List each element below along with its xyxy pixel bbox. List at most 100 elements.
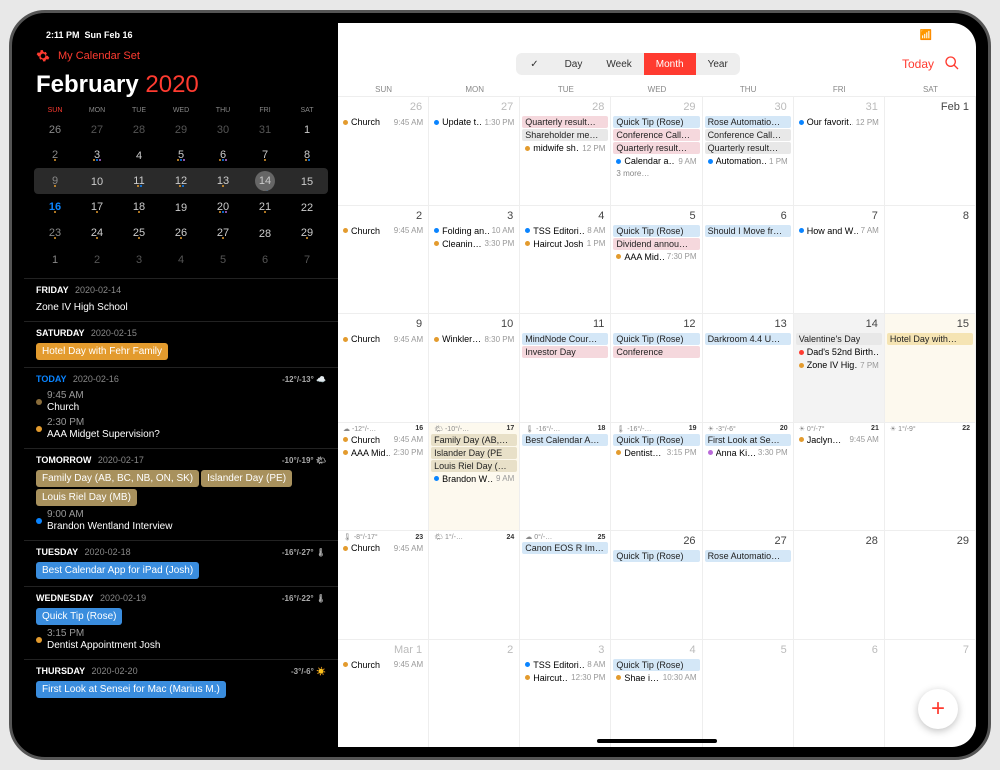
month-event[interactable]: Conference Call… <box>705 129 791 141</box>
month-cell[interactable]: 6Should I Move fr… <box>703 205 794 314</box>
mini-cal-day[interactable]: 11 <box>118 175 160 187</box>
month-event[interactable]: AAA Mid…7:30 PM <box>613 251 699 263</box>
month-event[interactable]: midwife sh…12 PM <box>522 142 608 154</box>
month-cell[interactable]: 🌡 -8°/-17°23Church9:45 AM <box>338 530 429 639</box>
mini-cal-day[interactable]: 6 <box>244 254 286 264</box>
agenda-event[interactable]: 9:00 AMBrandon Wentland Interview <box>36 507 326 534</box>
month-event[interactable]: Family Day (AB,… <box>431 434 517 446</box>
seg-month[interactable]: Month <box>644 53 696 75</box>
seg-day[interactable]: Day <box>553 53 595 75</box>
month-event[interactable]: How and W…7 AM <box>796 225 882 237</box>
month-cell[interactable]: 13Darkroom 4.4 U… <box>703 313 794 422</box>
month-cell[interactable]: Mar 1Church9:45 AM <box>338 639 429 748</box>
month-cell[interactable]: 7How and W…7 AM <box>794 205 885 314</box>
agenda-event[interactable]: Best Calendar App for iPad (Josh) <box>36 562 199 579</box>
mini-cal-day[interactable]: 28 <box>244 228 286 238</box>
mini-cal-day[interactable]: 19 <box>160 202 202 212</box>
mini-cal-day[interactable]: 12 <box>160 175 202 187</box>
month-event[interactable]: Quarterly result… <box>613 142 699 154</box>
month-cell[interactable]: ☀ 0°/-7°21Jaclyn…9:45 AM <box>794 422 885 531</box>
mini-cal-day[interactable]: 26 <box>34 124 76 134</box>
mini-cal-day[interactable]: 18 <box>118 201 160 213</box>
month-cell[interactable]: 27Rose Automatio… <box>703 530 794 639</box>
month-cell[interactable]: 11MindNode Cour…Investor Day <box>520 313 611 422</box>
month-cell[interactable]: 14Valentine's DayDad's 52nd Birth…Zone I… <box>794 313 885 422</box>
month-cell[interactable]: 2Church9:45 AM <box>338 205 429 314</box>
mini-cal-day[interactable]: 8 <box>286 149 328 161</box>
month-event[interactable]: Church9:45 AM <box>340 225 426 237</box>
agenda-event[interactable]: First Look at Sensei for Mac (Marius M.) <box>36 681 226 698</box>
month-event[interactable]: Zone IV Hig…7 PM <box>796 359 882 371</box>
mini-cal-day[interactable]: 31 <box>244 124 286 134</box>
mini-cal-day[interactable]: 29 <box>286 227 328 239</box>
mini-cal-day[interactable]: 4 <box>118 150 160 160</box>
month-event[interactable]: Valentine's Day <box>796 333 882 345</box>
mini-cal-day[interactable]: 27 <box>76 124 118 134</box>
month-cell[interactable]: 26Church9:45 AM <box>338 96 429 205</box>
month-cell[interactable]: ☀ -3°/-6°20First Look at Se…Anna Ki…3:30… <box>703 422 794 531</box>
month-cell[interactable]: ☁ 0°/-…25Canon EOS R Im… <box>520 530 611 639</box>
month-event[interactable]: TSS Editori…8 AM <box>522 659 608 671</box>
month-cell[interactable]: 6 <box>794 639 885 748</box>
month-event[interactable]: Quarterly result… <box>705 142 791 154</box>
mini-cal-day[interactable]: 29 <box>160 124 202 134</box>
mini-cal-day[interactable]: 7 <box>244 149 286 161</box>
month-event[interactable]: Haircut Josh1 PM <box>522 238 608 250</box>
month-event[interactable]: Brandon W…9 AM <box>431 473 517 485</box>
mini-cal-day[interactable]: 3 <box>76 149 118 161</box>
month-event[interactable]: Best Calendar A… <box>522 434 608 446</box>
month-cell[interactable]: 9Church9:45 AM <box>338 313 429 422</box>
mini-cal-day[interactable]: 21 <box>244 201 286 213</box>
month-event[interactable]: Our favorit…12 PM <box>796 116 882 128</box>
seg-week[interactable]: Week <box>594 53 643 75</box>
mini-cal-day[interactable]: 23 <box>34 227 76 239</box>
mini-cal-day[interactable]: 28 <box>118 124 160 134</box>
mini-cal-day[interactable]: 20 <box>202 201 244 213</box>
month-cell[interactable]: 10Winkler…8:30 PM <box>429 313 520 422</box>
month-cell[interactable]: 5Quick Tip (Rose)Dividend annou…AAA Mid…… <box>611 205 702 314</box>
month-event[interactable]: Calendar a…9 AM <box>613 155 699 167</box>
month-event[interactable]: Dentist…3:15 PM <box>613 447 699 459</box>
month-event[interactable]: Dad's 52nd Birth… <box>796 346 882 358</box>
month-event[interactable]: Should I Move fr… <box>705 225 791 237</box>
month-event[interactable]: Shae i…10:30 AM <box>613 672 699 684</box>
month-event[interactable]: Conference <box>613 346 699 358</box>
seg-year[interactable]: Year <box>696 53 740 75</box>
gear-icon[interactable] <box>36 49 50 63</box>
month-event[interactable]: Update t…1:30 PM <box>431 116 517 128</box>
month-event[interactable]: Church9:45 AM <box>340 542 426 554</box>
month-cell[interactable]: ☁ -12°/-…16Church9:45 AMAAA Mid…2:30 PM <box>338 422 429 531</box>
seg-check[interactable]: ✓ <box>516 53 552 75</box>
month-event[interactable]: Quick Tip (Rose) <box>613 333 699 345</box>
agenda-event[interactable]: Quick Tip (Rose) <box>36 608 122 625</box>
mini-cal-day[interactable]: 6 <box>202 149 244 161</box>
month-event[interactable]: Dividend annou… <box>613 238 699 250</box>
calendar-set-label[interactable]: My Calendar Set <box>58 50 140 62</box>
month-cell[interactable]: 8 <box>885 205 976 314</box>
agenda-event[interactable]: 2:30 PMAAA Midget Supervision? <box>36 415 326 442</box>
month-grid[interactable]: 26Church9:45 AM27Update t…1:30 PM28Quart… <box>338 96 976 747</box>
month-cell[interactable]: 5 <box>703 639 794 748</box>
agenda-event[interactable]: Family Day (AB, BC, NB, ON, SK) <box>36 470 199 487</box>
mini-calendar[interactable]: SUNMONTUEWEDTHUFRISAT 262728293031123456… <box>24 105 338 278</box>
month-event[interactable]: Jaclyn…9:45 AM <box>796 434 882 446</box>
month-cell[interactable]: 🌡 -16°/-…18Best Calendar A… <box>520 422 611 531</box>
month-cell[interactable]: Feb 1 <box>885 96 976 205</box>
month-cell[interactable]: 29Quick Tip (Rose)Conference Call…Quarte… <box>611 96 702 205</box>
mini-cal-day[interactable]: 30 <box>202 124 244 134</box>
month-cell[interactable]: 28 <box>794 530 885 639</box>
month-event[interactable]: TSS Editori…8 AM <box>522 225 608 237</box>
mini-cal-day[interactable]: 9 <box>34 175 76 187</box>
month-event[interactable]: Folding an…10 AM <box>431 225 517 237</box>
month-event[interactable]: AAA Mid…2:30 PM <box>340 447 426 459</box>
month-event[interactable]: Church9:45 AM <box>340 434 426 446</box>
month-cell[interactable]: 28Quarterly result…Shareholder me…midwif… <box>520 96 611 205</box>
month-event[interactable]: Quick Tip (Rose) <box>613 116 699 128</box>
mini-cal-day[interactable]: 10 <box>76 176 118 186</box>
mini-cal-day[interactable]: 15 <box>286 176 328 186</box>
month-event[interactable]: Canon EOS R Im… <box>522 542 608 554</box>
month-cell[interactable]: 🌡 -16°/-…19Quick Tip (Rose)Dentist…3:15 … <box>611 422 702 531</box>
mini-cal-day[interactable]: 13 <box>202 175 244 187</box>
month-event[interactable]: Darkroom 4.4 U… <box>705 333 791 345</box>
agenda-event[interactable]: 3:15 PMDentist Appointment Josh <box>36 626 326 653</box>
